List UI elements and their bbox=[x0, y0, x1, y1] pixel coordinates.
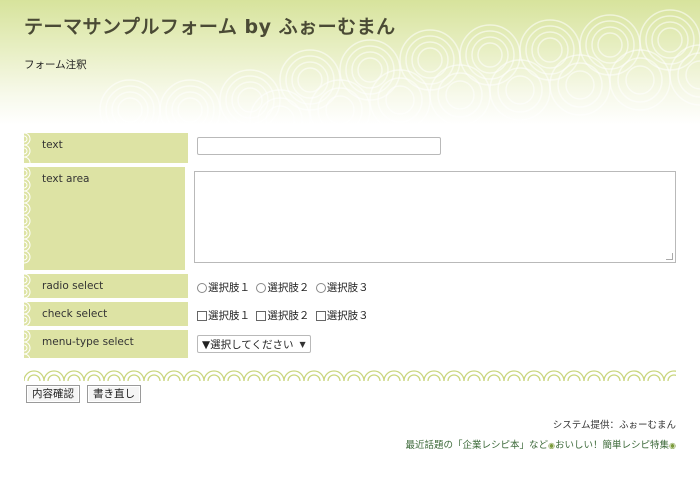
checkbox-option-1[interactable]: 選択肢１ bbox=[197, 308, 250, 323]
dot-icon: ◉ bbox=[548, 441, 555, 450]
radio-option-1[interactable]: 選択肢１ bbox=[197, 280, 250, 295]
form-row-text: text bbox=[24, 133, 676, 163]
radio-option-3[interactable]: 選択肢３ bbox=[315, 280, 369, 295]
field-label-radio: radio select bbox=[24, 274, 188, 298]
radio-button[interactable] bbox=[315, 282, 326, 293]
field-label-check: check select bbox=[24, 302, 188, 326]
resize-grip-icon[interactable] bbox=[666, 253, 673, 260]
radio-button[interactable] bbox=[256, 282, 267, 293]
field-label-text: text bbox=[24, 133, 188, 163]
textarea-input[interactable] bbox=[194, 171, 676, 263]
scallop-border bbox=[24, 330, 31, 358]
dot-icon: ◉ bbox=[669, 441, 676, 450]
promo-link-line[interactable]: 最近話題の「企業レシピ本」など◉おいしい！簡単レシピ特集◉ bbox=[406, 437, 677, 451]
radio-label: 選択肢３ bbox=[326, 282, 369, 294]
label-text: text bbox=[42, 139, 63, 151]
label-text: check select bbox=[42, 308, 108, 320]
label-text: radio select bbox=[42, 280, 104, 292]
promo-text: 最近話題の「企業レシピ本」など bbox=[405, 440, 549, 451]
page-title: テーマサンプルフォーム by ふぉーむまん bbox=[24, 16, 396, 38]
field-cell-radio: 選択肢１ 選択肢２ 選択肢３ bbox=[193, 274, 676, 298]
label-text: menu-type select bbox=[42, 336, 134, 348]
scallop-border bbox=[24, 133, 31, 163]
form-row-check: check select 選択肢１ 選択肢２ 選択肢３ bbox=[24, 302, 676, 326]
checkbox-label: 選択肢２ bbox=[267, 310, 310, 322]
checkbox-label: 選択肢３ bbox=[326, 310, 369, 322]
form-table: text text area radio select 選択肢１ 選択肢２ 選択… bbox=[24, 133, 676, 362]
reset-button[interactable]: 書き直し bbox=[87, 385, 141, 403]
confirm-button[interactable]: 内容確認 bbox=[26, 385, 80, 403]
checkbox[interactable] bbox=[197, 310, 207, 321]
menu-select[interactable]: ▼選択してください ▼ bbox=[197, 335, 311, 353]
chevron-down-icon: ▼ bbox=[299, 339, 306, 349]
page-header: テーマサンプルフォーム by ふぉーむまん フォーム注釈 bbox=[0, 0, 700, 125]
promo-link[interactable]: おいしい！簡単レシピ特集 bbox=[555, 440, 669, 451]
scallop-border bbox=[24, 302, 31, 326]
form-row-radio: radio select 選択肢１ 選択肢２ 選択肢３ bbox=[24, 274, 676, 298]
radio-label: 選択肢２ bbox=[267, 282, 310, 294]
checkbox-option-3[interactable]: 選択肢３ bbox=[315, 308, 369, 323]
scallop-border bbox=[24, 167, 31, 264]
form-row-textarea: text area bbox=[24, 167, 676, 270]
field-label-select: menu-type select bbox=[24, 330, 188, 358]
field-cell-textarea bbox=[190, 167, 676, 270]
checkbox[interactable] bbox=[256, 310, 267, 321]
field-cell-select: ▼選択してください ▼ bbox=[193, 330, 676, 358]
checkbox-label: 選択肢１ bbox=[208, 310, 250, 322]
system-credit: システム提供：ふぉーむまん bbox=[552, 420, 676, 431]
scallop-border bbox=[24, 274, 31, 298]
form-note: フォーム注釈 bbox=[24, 59, 87, 71]
select-value: ▼選択してください bbox=[202, 338, 294, 351]
field-label-textarea: text area bbox=[24, 167, 185, 270]
checkbox[interactable] bbox=[315, 310, 326, 321]
label-text: text area bbox=[42, 173, 90, 185]
radio-option-2[interactable]: 選択肢２ bbox=[256, 280, 309, 295]
field-cell-check: 選択肢１ 選択肢２ 選択肢３ bbox=[193, 302, 676, 326]
checkbox-option-2[interactable]: 選択肢２ bbox=[256, 308, 309, 323]
radio-button[interactable] bbox=[197, 282, 207, 293]
wave-border bbox=[24, 363, 676, 381]
text-input[interactable] bbox=[197, 137, 441, 155]
form-row-select: menu-type select ▼選択してください ▼ bbox=[24, 330, 676, 358]
radio-label: 選択肢１ bbox=[208, 282, 250, 294]
field-cell-text bbox=[193, 133, 676, 163]
